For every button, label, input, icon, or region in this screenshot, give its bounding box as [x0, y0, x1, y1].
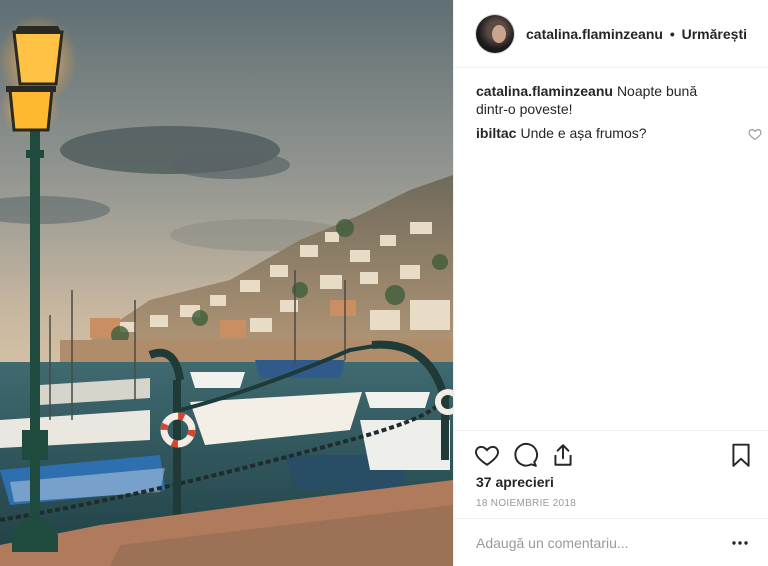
heart-icon[interactable]	[474, 442, 500, 468]
comment-username[interactable]: ibiltac	[476, 125, 516, 141]
add-comment-bar	[454, 518, 768, 566]
heart-icon[interactable]	[748, 127, 762, 141]
post-date: 18 NOIEMBRIE 2018	[476, 498, 577, 509]
harbor-photo	[0, 0, 453, 566]
post-photo[interactable]	[0, 0, 453, 566]
comment-bubble-icon[interactable]	[512, 442, 538, 468]
action-bar	[454, 430, 768, 479]
post-details-panel: catalina.flaminzeanu • Urmărești catalin…	[453, 0, 768, 566]
username-link[interactable]: catalina.flaminzeanu	[526, 26, 663, 42]
bookmark-icon[interactable]	[728, 442, 754, 468]
post-header: catalina.flaminzeanu • Urmărești	[454, 0, 768, 68]
comment-item: ibiltac Unde e așa frumos?	[476, 124, 762, 142]
comment-text: Unde e așa frumos?	[520, 125, 647, 141]
separator-dot: •	[669, 25, 675, 42]
comment-username[interactable]: catalina.flaminzeanu	[476, 83, 613, 99]
more-dots-icon[interactable]	[731, 533, 749, 553]
comment-input[interactable]	[476, 533, 706, 553]
share-icon[interactable]	[550, 442, 576, 468]
caption: catalina.flaminzeanu Noapte bună dintr-o …	[476, 82, 756, 118]
follow-button[interactable]: Urmărești	[682, 26, 747, 42]
likes-count[interactable]: 37 aprecieri	[476, 474, 554, 490]
avatar[interactable]	[476, 14, 514, 53]
comments-list: catalina.flaminzeanu Noapte bună dintr-o …	[476, 82, 762, 148]
instagram-post: catalina.flaminzeanu • Urmărești catalin…	[0, 0, 768, 566]
header-text: catalina.flaminzeanu • Urmărești	[526, 26, 747, 42]
